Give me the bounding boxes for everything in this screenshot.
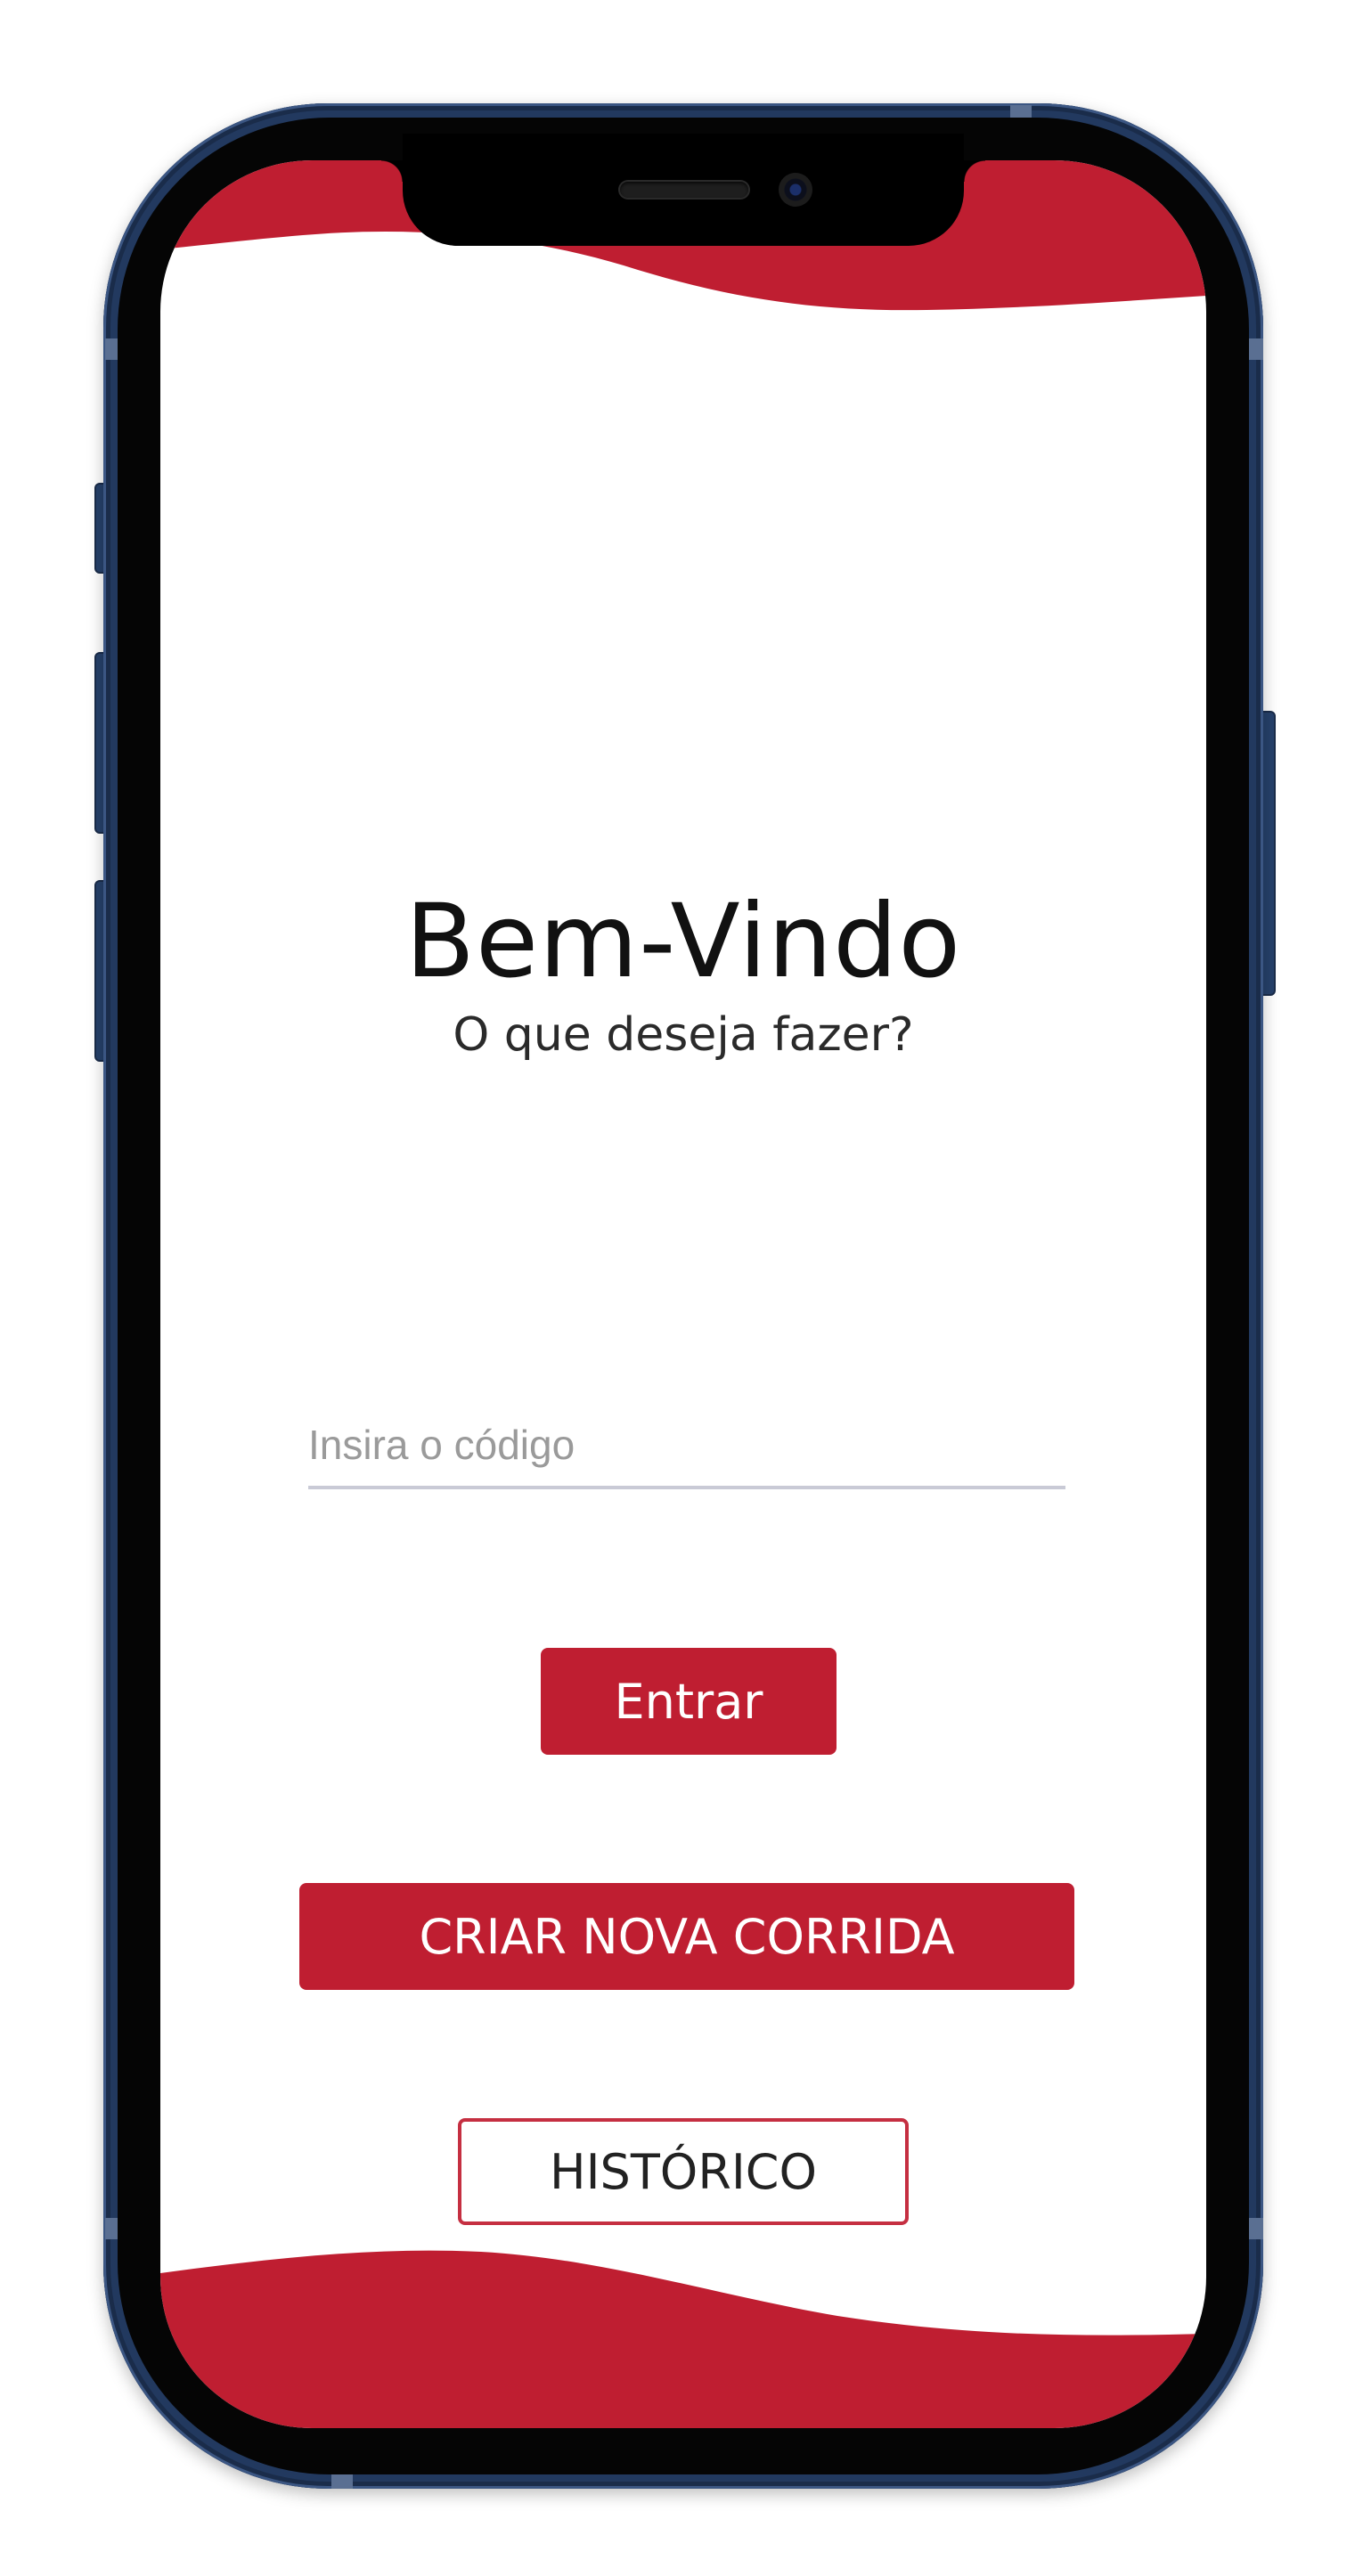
earpiece-speaker (620, 182, 748, 198)
page-subtitle: O que deseja fazer? (453, 1008, 914, 1062)
antenna-band (1249, 2218, 1263, 2239)
history-button[interactable]: HISTÓRICO (458, 2118, 909, 2225)
front-camera-icon (779, 173, 812, 207)
bottom-wave-decoration (160, 2250, 1206, 2428)
code-input[interactable] (308, 1404, 1065, 1489)
antenna-band (1249, 338, 1263, 360)
phone-notch (381, 134, 985, 246)
page-title: Bem-Vindo (404, 882, 962, 1000)
mockup-stage: Bem-Vindo O que deseja fazer? Entrar CRI… (0, 0, 1363, 2576)
create-new-race-button[interactable]: CRIAR NOVA CORRIDA (299, 1883, 1074, 1990)
app-screen: Bem-Vindo O que deseja fazer? Entrar CRI… (160, 160, 1206, 2428)
enter-button[interactable]: Entrar (541, 1648, 837, 1755)
antenna-band (331, 2473, 353, 2489)
